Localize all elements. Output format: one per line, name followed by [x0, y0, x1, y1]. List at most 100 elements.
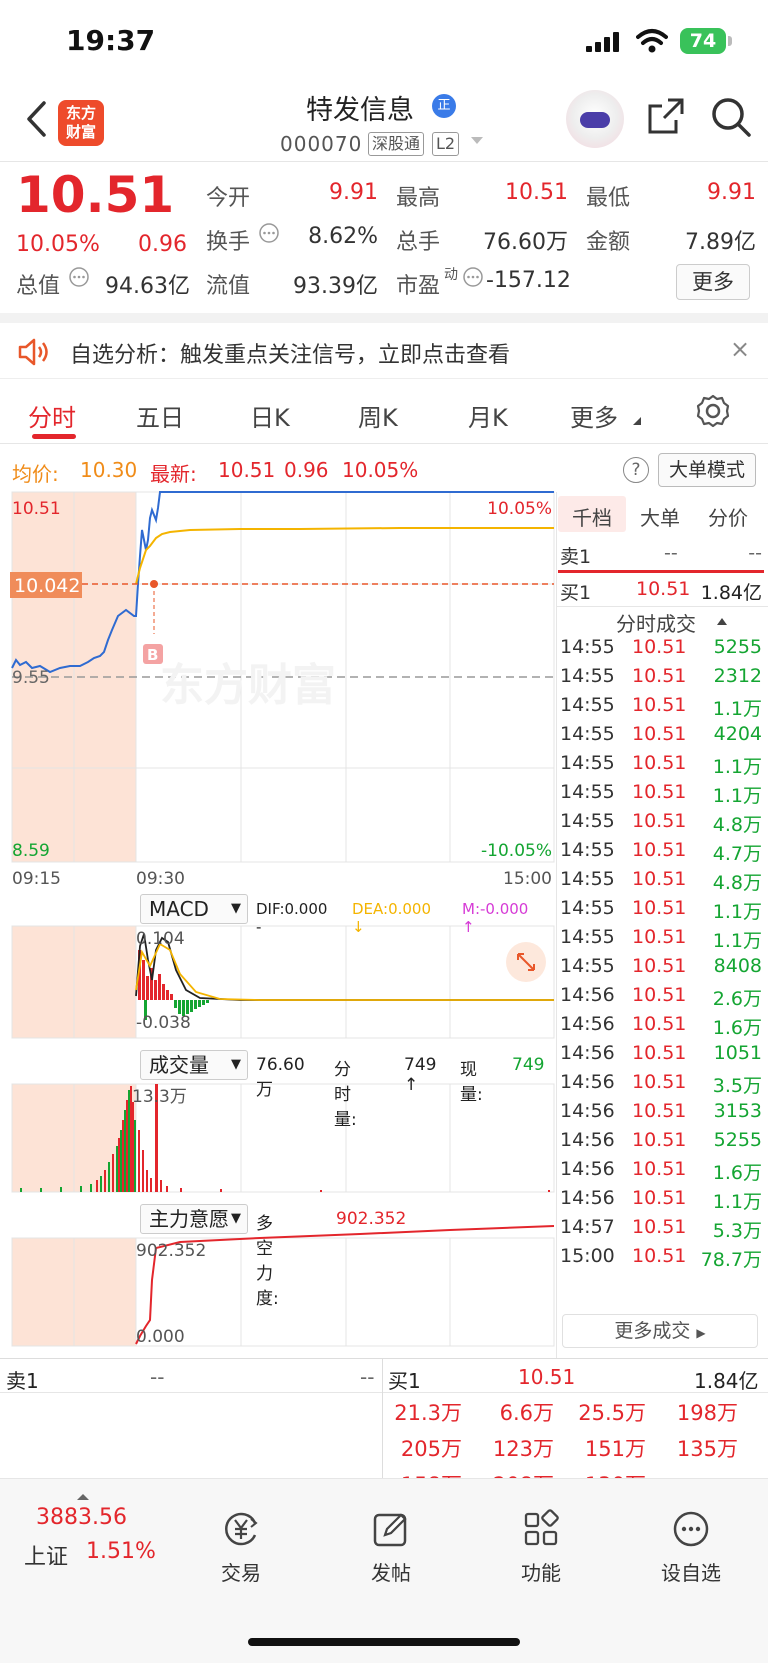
queue-volume: 205万: [400, 1437, 462, 1461]
latest-change: 0.96: [284, 458, 329, 482]
subtab-qiandang[interactable]: 千档: [572, 502, 612, 531]
sell1-vol: --: [748, 542, 762, 564]
trade-price: 10.51: [632, 1071, 687, 1093]
trade-volume: 5255: [713, 1129, 762, 1151]
stock-code: 000070: [280, 132, 363, 156]
trade-volume: 4.8万: [712, 872, 762, 894]
tab-monthly-k[interactable]: 月K: [468, 398, 508, 433]
trades-title[interactable]: 分时成交: [616, 608, 696, 637]
trade-volume: 1.6万: [712, 1017, 762, 1039]
crosshair-dot: [150, 580, 158, 588]
active-tab-indicator: [32, 434, 76, 439]
trade-volume: 4.7万: [712, 843, 762, 865]
trade-time: 14:56: [560, 1187, 615, 1209]
float-value: 93.39亿: [293, 274, 378, 299]
trade-volume: 1.1万: [712, 698, 762, 720]
eastmoney-logo[interactable]: 东方 财富: [58, 100, 104, 146]
trade-row: 14:55 10.51 4204: [560, 723, 762, 752]
ob-sell-price: --: [150, 1365, 165, 1389]
volume-value: 76.60万: [483, 230, 568, 255]
more-trades-label: 更多成交: [614, 1320, 691, 1342]
more-quote-button[interactable]: 更多: [676, 264, 750, 300]
battery-tip: [728, 36, 732, 46]
index-name[interactable]: 上证: [24, 1539, 68, 1571]
trade-time: 14:56: [560, 1158, 615, 1180]
more-trades-button[interactable]: 更多成交 ▶: [562, 1314, 758, 1348]
index-value[interactable]: 3883.56: [36, 1505, 127, 1530]
avg-label: 均价:: [12, 462, 59, 486]
trade-volume: 3153: [713, 1100, 762, 1122]
shenguto-tag: 深股通: [368, 132, 425, 156]
help-icon[interactable]: ?: [623, 457, 649, 483]
bottom-navigation: 3883.56 上证 1.51% 交易 发帖 功能 设自选: [0, 1478, 768, 1663]
divider: [556, 606, 768, 607]
stock-header: 东方 财富 特发信息 正 000070 深股通 L2: [0, 80, 768, 162]
yen-circle-icon: [225, 1512, 258, 1546]
tab-more[interactable]: 更多: [570, 398, 618, 433]
nav-functions[interactable]: 功能: [496, 1475, 586, 1586]
trade-row: 14:55 10.51 1.1万: [560, 694, 762, 723]
trade-time: 14:56: [560, 1100, 615, 1122]
dropdown-caret-icon[interactable]: [470, 136, 484, 146]
nav-trade-label: 交易: [221, 1561, 261, 1585]
info-dots-icon[interactable]: [462, 266, 484, 288]
latest-pct: 10.05%: [342, 458, 419, 482]
trade-volume: 4.8万: [712, 814, 762, 836]
close-icon[interactable]: ×: [730, 335, 750, 363]
ob-buy-vol: 1.84亿: [694, 1369, 759, 1393]
tab-weekly-k[interactable]: 周K: [358, 398, 398, 433]
ob-buy-price: 10.51: [518, 1365, 576, 1389]
crosshair-price: 10.042: [14, 575, 80, 597]
nav-post[interactable]: 发帖: [346, 1475, 436, 1586]
trade-time: 14:57: [560, 1216, 615, 1238]
trade-row: 14:55 10.51 1.1万: [560, 781, 762, 810]
trade-row: 14:56 10.51 5255: [560, 1129, 762, 1158]
index-pct[interactable]: 1.51%: [86, 1539, 156, 1564]
high-value: 10.51: [505, 180, 568, 205]
info-dots-icon[interactable]: [258, 222, 280, 244]
corner-caret-icon: [633, 417, 641, 425]
queue-volume: 123万: [492, 1437, 554, 1461]
sell1-price: --: [664, 542, 678, 564]
trade-price: 10.51: [632, 1245, 687, 1267]
tab-five-day[interactable]: 五日: [136, 398, 184, 433]
tab-fenshi[interactable]: 分时: [28, 398, 76, 433]
trades-list: 14:55 10.51 5255 14:55 10.51 2312 14:55 10.51 1.…: [0, 636, 768, 1316]
amount-value: 7.89亿: [685, 230, 756, 255]
info-dots-icon[interactable]: [68, 266, 90, 288]
subtab-dadan[interactable]: 大单: [640, 502, 680, 531]
tab-daily-k[interactable]: 日K: [250, 398, 290, 433]
nav-add-watchlist[interactable]: 设自选: [646, 1475, 736, 1586]
big-order-mode-button[interactable]: 大单模式: [658, 453, 756, 487]
trade-volume: 3.5万: [712, 1075, 762, 1097]
share-icon[interactable]: [646, 96, 686, 136]
order-book-header: [0, 1359, 768, 1393]
trade-volume: 1.1万: [712, 930, 762, 952]
trade-row: 15:00 10.51 78.7万: [560, 1245, 762, 1274]
trade-row: 14:56 10.51 2.6万: [560, 984, 762, 1013]
queue-volume: 198万: [676, 1401, 738, 1425]
speaker-icon: [18, 338, 48, 366]
status-bar: 19:37 74: [0, 0, 768, 80]
trade-volume: 2312: [713, 665, 762, 687]
nav-trade[interactable]: 交易: [196, 1475, 286, 1586]
trade-volume: 5255: [713, 636, 762, 658]
settings-gear-icon[interactable]: [696, 394, 730, 428]
low-value: 9.91: [707, 180, 756, 205]
trade-volume: 4204: [713, 723, 762, 745]
stock-name[interactable]: 特发信息: [306, 88, 414, 127]
ob-buy-label: 买1: [388, 1369, 421, 1393]
queue-volume: 21.3万: [394, 1401, 462, 1425]
back-arrow-icon[interactable]: [24, 100, 48, 138]
trade-time: 14:55: [560, 723, 615, 745]
latest-label: 最新:: [150, 462, 197, 486]
trade-row: 14:55 10.51 1.1万: [560, 752, 762, 781]
latest-value: 10.51: [218, 458, 276, 482]
subtab-fenjia[interactable]: 分价: [708, 502, 748, 531]
chart-period-tabs: 分时 五日 日K 周K 月K 更多: [0, 380, 768, 444]
analysis-alert-banner[interactable]: 自选分析：触发重点关注信号，立即点击查看 ×: [0, 323, 768, 379]
search-icon[interactable]: [710, 96, 752, 138]
trade-time: 14:55: [560, 955, 615, 977]
trade-row: 14:55 10.51 4.8万: [560, 868, 762, 897]
mktcap-value: 94.63亿: [105, 274, 190, 299]
